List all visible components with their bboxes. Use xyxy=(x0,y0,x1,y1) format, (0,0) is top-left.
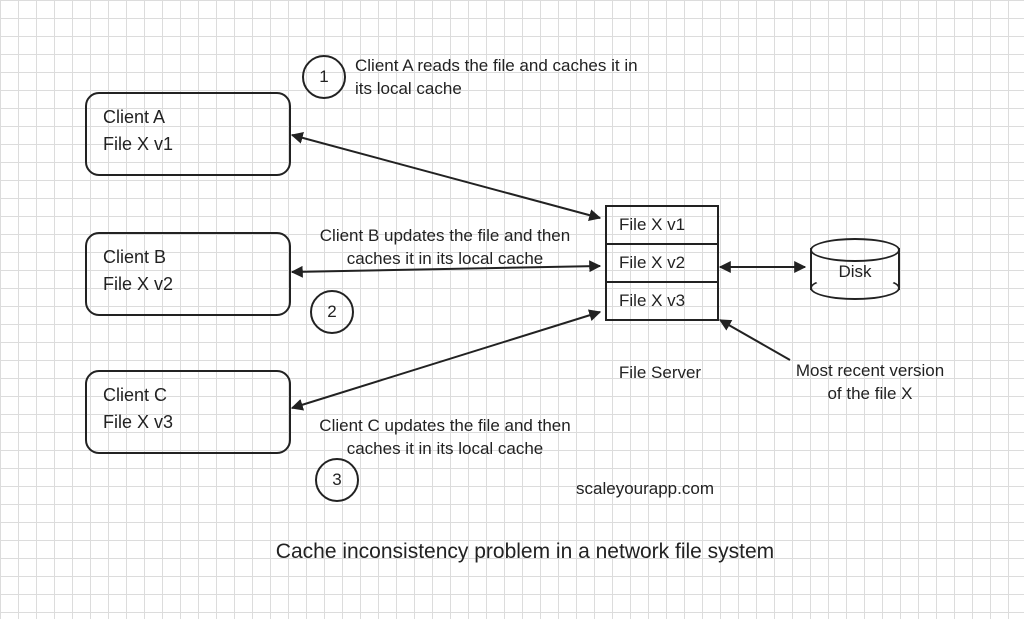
step-1-text: Client A reads the file and caches it in… xyxy=(355,55,685,101)
disk-label: Disk xyxy=(810,244,900,300)
server-row-3: File X v3 xyxy=(607,281,717,319)
file-server-box: File X v1 File X v2 File X v3 xyxy=(605,205,719,321)
arrow-client-a xyxy=(292,135,600,218)
most-recent-label: Most recent versionof the file X xyxy=(770,360,970,406)
client-c-name: Client C xyxy=(103,382,273,409)
client-b-name: Client B xyxy=(103,244,273,271)
step-2-number: 2 xyxy=(327,302,336,322)
step-3-text: Client C updates the file and thencaches… xyxy=(300,415,590,461)
step-2-circle: 2 xyxy=(310,290,354,334)
disk-icon: Disk xyxy=(810,238,900,300)
diagram-canvas: Client A File X v1 Client B File X v2 Cl… xyxy=(0,0,1024,619)
server-row-2: File X v2 xyxy=(607,243,717,281)
arrow-most-recent xyxy=(720,320,790,360)
client-b-box: Client B File X v2 xyxy=(85,232,291,316)
client-a-box: Client A File X v1 xyxy=(85,92,291,176)
step-3-number: 3 xyxy=(332,470,341,490)
step-1-circle: 1 xyxy=(302,55,346,99)
diagram-title: Cache inconsistency problem in a network… xyxy=(210,540,840,564)
client-a-name: Client A xyxy=(103,104,273,131)
client-a-file: File X v1 xyxy=(103,131,273,158)
client-b-file: File X v2 xyxy=(103,271,273,298)
step-2-text: Client B updates the file and thencaches… xyxy=(300,225,590,271)
file-server-label: File Server xyxy=(605,362,715,385)
step-1-number: 1 xyxy=(319,67,328,87)
client-c-file: File X v3 xyxy=(103,409,273,436)
server-row-1: File X v1 xyxy=(607,207,717,243)
step-3-circle: 3 xyxy=(315,458,359,502)
site-label: scaleyourapp.com xyxy=(555,478,735,501)
client-c-box: Client C File X v3 xyxy=(85,370,291,454)
